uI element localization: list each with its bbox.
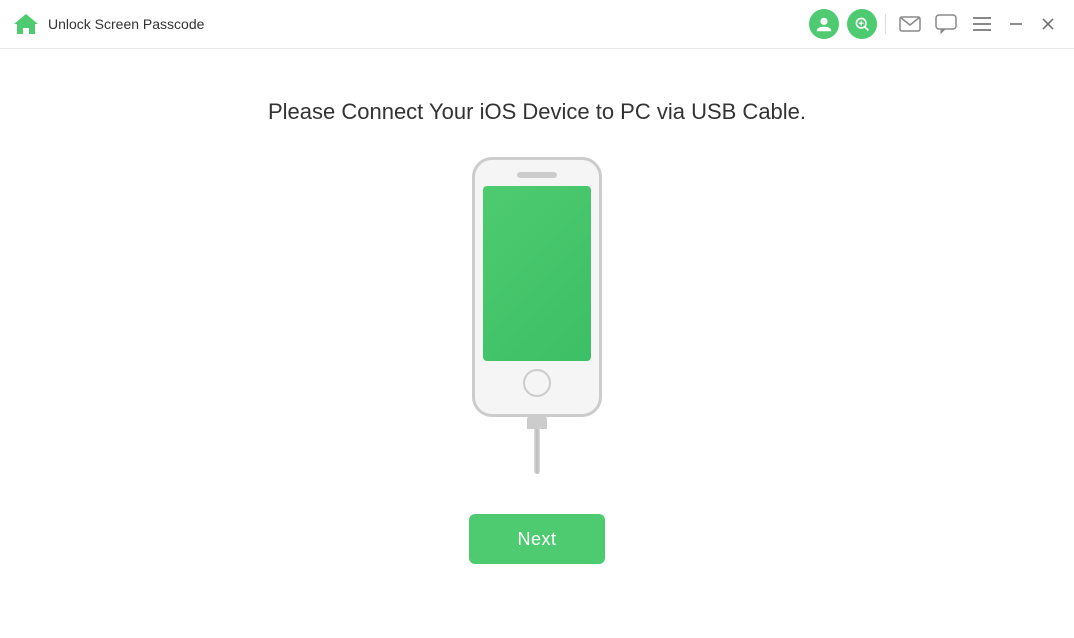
phone-illustration xyxy=(472,157,602,474)
update-icon[interactable] xyxy=(847,9,877,39)
instruction-text: Please Connect Your iOS Device to PC via… xyxy=(268,99,806,125)
title-bar: Unlock Screen Passcode xyxy=(0,0,1074,49)
account-icon[interactable] xyxy=(809,9,839,39)
phone-home-button xyxy=(523,369,551,397)
close-button[interactable] xyxy=(1034,10,1062,38)
chat-icon[interactable] xyxy=(930,8,962,40)
toolbar-divider xyxy=(885,14,886,34)
phone-screen xyxy=(483,186,591,361)
cable-wire xyxy=(534,429,540,474)
app-icon xyxy=(12,10,40,38)
minimize-button[interactable] xyxy=(1002,10,1030,38)
next-button[interactable]: Next xyxy=(469,514,605,564)
main-content: Please Connect Your iOS Device to PC via… xyxy=(0,49,1074,638)
title-bar-right xyxy=(809,8,1062,40)
title-bar-left: Unlock Screen Passcode xyxy=(12,10,204,38)
mail-icon[interactable] xyxy=(894,8,926,40)
app-title: Unlock Screen Passcode xyxy=(48,16,204,32)
phone-speaker xyxy=(517,172,557,178)
cable-connector xyxy=(527,417,547,429)
phone-body xyxy=(472,157,602,417)
menu-icon[interactable] xyxy=(966,8,998,40)
usb-cable xyxy=(527,417,547,474)
